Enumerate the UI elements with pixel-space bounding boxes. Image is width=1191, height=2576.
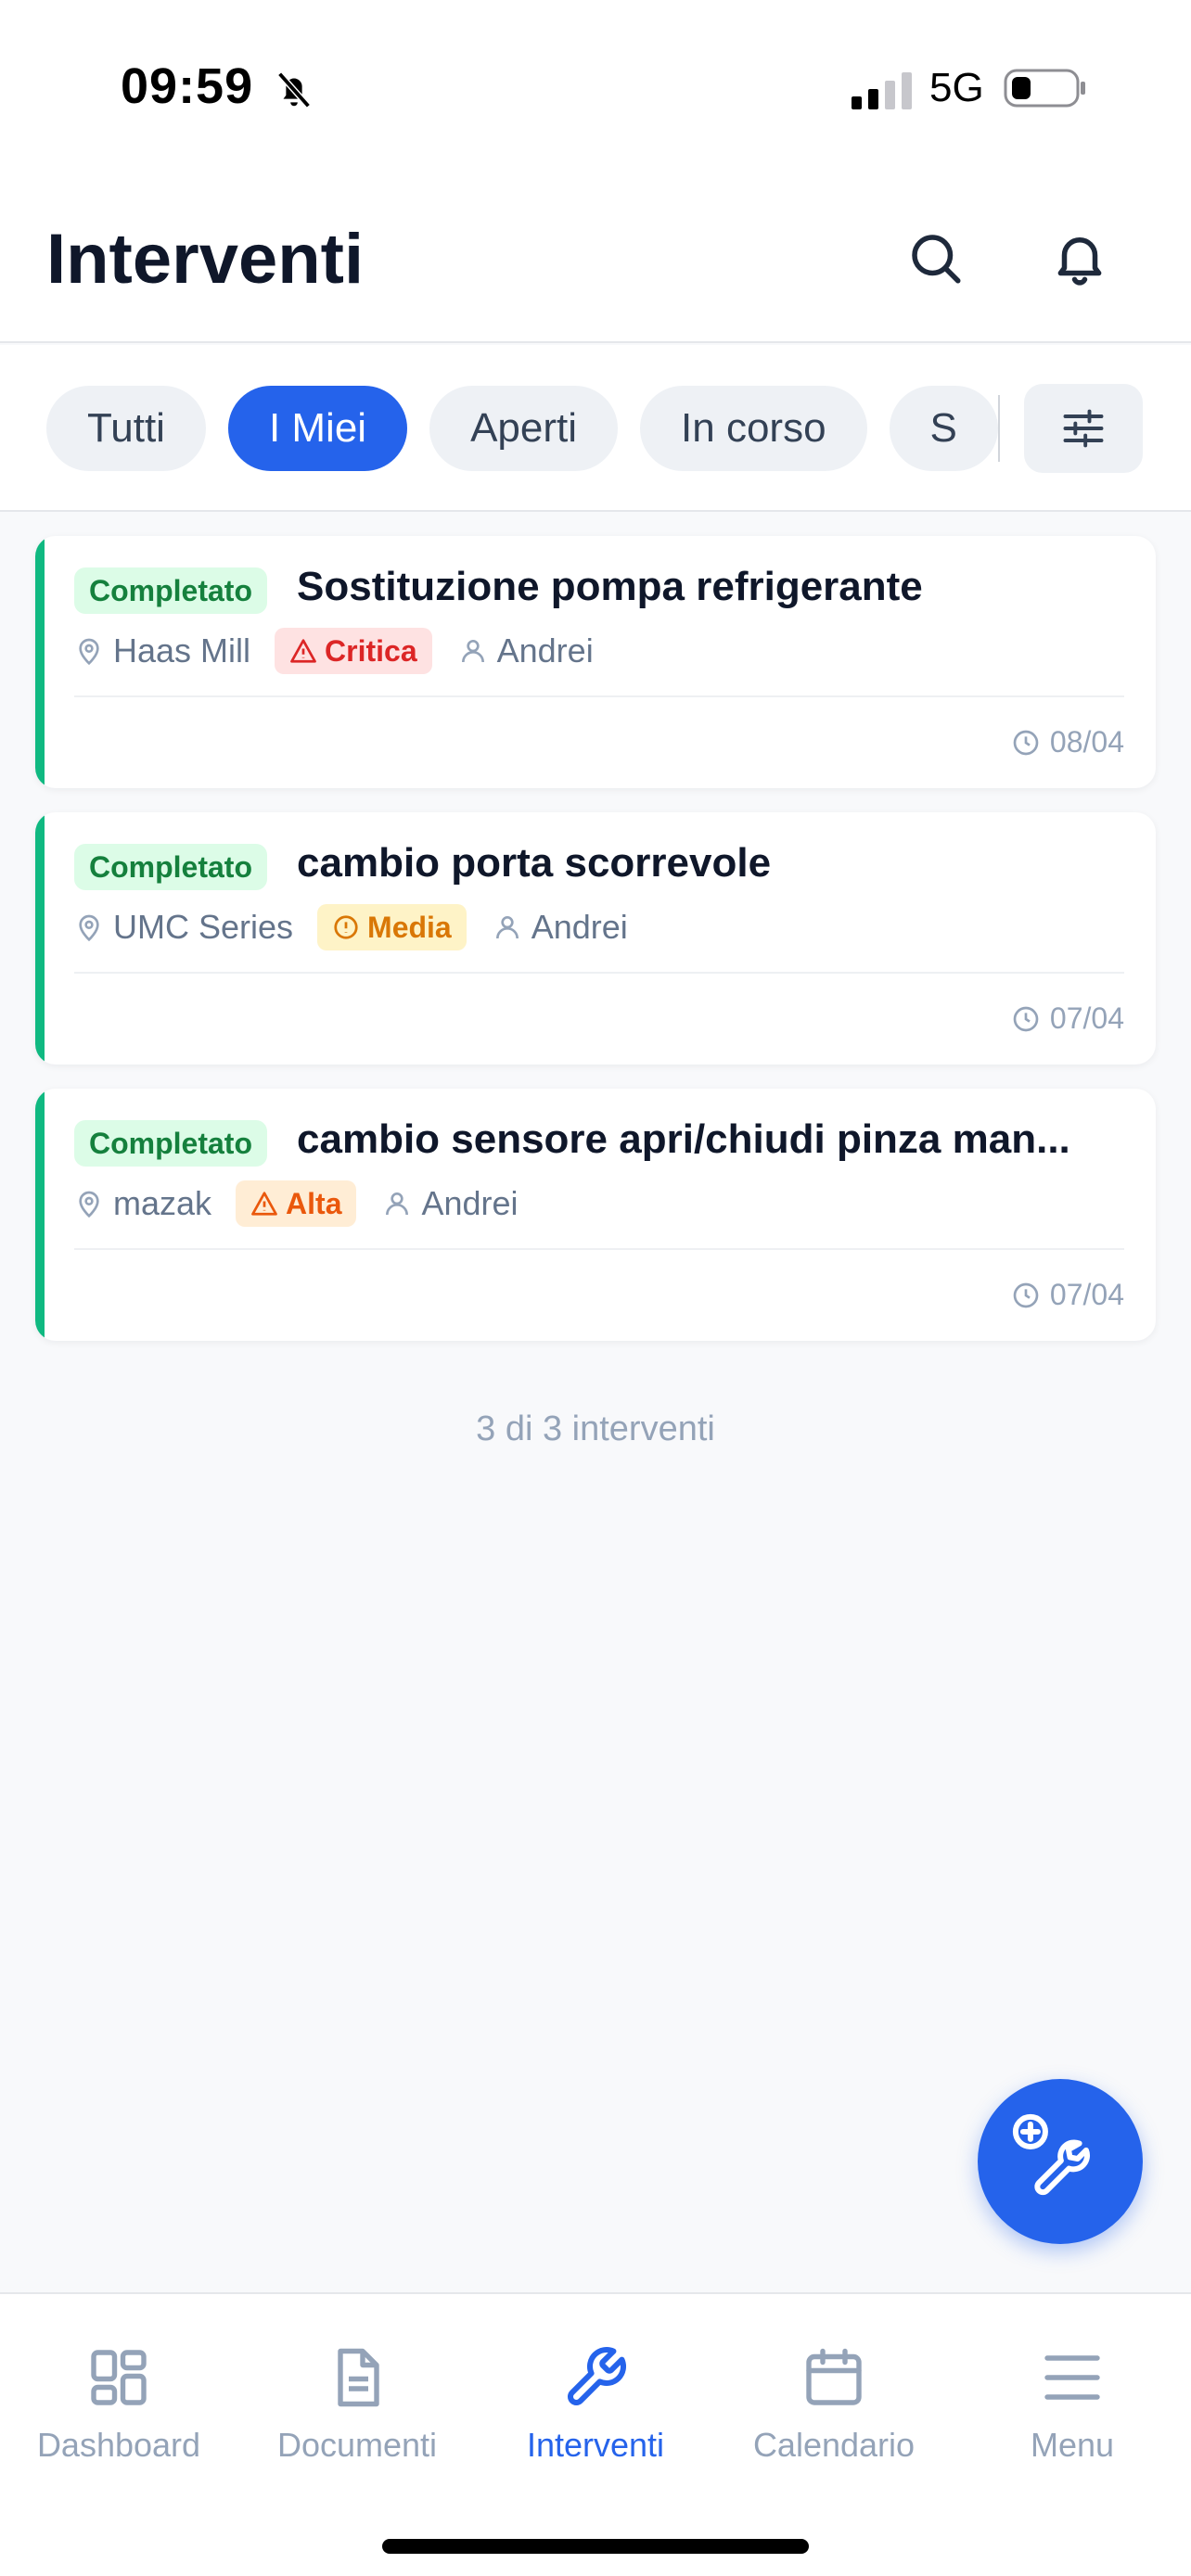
machine-name: UMC Series <box>113 908 294 946</box>
filter-bar: Tutti I Miei Aperti In corso S <box>0 345 1191 512</box>
battery-icon <box>1004 69 1085 108</box>
user-icon <box>461 640 484 663</box>
divider <box>74 972 1124 974</box>
search-icon <box>912 235 961 284</box>
clock-icon <box>1013 1006 1039 1031</box>
tab-documenti[interactable]: Documenti <box>238 2340 476 2470</box>
map-pin-icon <box>79 1191 99 1218</box>
user-icon <box>386 1192 409 1216</box>
status-bar: 09:59 5G <box>0 0 1191 176</box>
intervention-title: cambio sensore apri/chiudi pinza man... <box>297 1116 1070 1162</box>
tab-calendario[interactable]: Calendario <box>715 2340 953 2470</box>
assignee-name: Andrei <box>531 908 628 946</box>
intervention-card[interactable]: Completato Sostituzione pompa refrigeran… <box>35 536 1156 788</box>
status-accent <box>35 536 45 788</box>
map-pin-icon <box>79 914 99 942</box>
tab-label: Interventi <box>526 2426 665 2464</box>
machine-name: mazak <box>113 1184 212 1222</box>
status-accent <box>35 812 45 1065</box>
assignee-name: Andrei <box>496 631 594 670</box>
tab-label: Documenti <box>276 2426 438 2464</box>
date-text: 07/04 <box>1049 1278 1124 1311</box>
results-count: 3 di 3 interventi <box>476 1409 715 1448</box>
intervention-card[interactable]: Completato cambio sensore apri/chiudi pi… <box>35 1089 1156 1341</box>
status-badge: Completato <box>74 844 267 890</box>
priority-badge: Alta <box>236 1180 357 1227</box>
network-type: 5G <box>929 65 984 110</box>
assignee: Andrei <box>382 1184 519 1223</box>
intervention-title: cambio porta scorrevole <box>297 840 772 886</box>
tab-interventi[interactable]: Interventi <box>477 2340 714 2470</box>
intervention-card[interactable]: Completato cambio porta scorrevole UMC S… <box>35 812 1156 1065</box>
intervention-date: 07/04 <box>1011 1001 1124 1036</box>
app-header: Interventi <box>0 176 1191 343</box>
filter-chips: Tutti I Miei Aperti In corso S <box>46 386 998 471</box>
priority-label: Alta <box>286 1186 342 1220</box>
tab-menu[interactable]: Menu <box>954 2340 1191 2470</box>
intervention-meta: mazak Alta Andrei <box>74 1178 543 1230</box>
grid-icon <box>91 2350 147 2405</box>
filter-chip-s[interactable]: S <box>889 386 998 471</box>
assignee: Andrei <box>458 631 594 670</box>
calendar-icon <box>806 2348 862 2405</box>
warning-icon <box>290 639 316 663</box>
filter-chip-aperti[interactable]: Aperti <box>429 386 619 471</box>
status-badge: Completato <box>74 567 267 614</box>
intervention-date: 07/04 <box>1011 1278 1124 1312</box>
tab-label: Calendario <box>752 2426 916 2464</box>
map-pin-icon <box>79 638 99 666</box>
bell-icon <box>1057 237 1102 286</box>
intervention-title: Sostituzione pompa refrigerante <box>297 564 923 609</box>
signal-icon <box>852 72 912 109</box>
home-indicator[interactable] <box>382 2539 809 2554</box>
assignee-name: Andrei <box>421 1184 519 1222</box>
add-wrench-icon <box>1012 2113 1091 2196</box>
filter-chip-i-miei[interactable]: I Miei <box>227 386 408 471</box>
sliders-icon <box>1063 409 1104 448</box>
clock: 09:59 <box>121 58 254 114</box>
machine: UMC Series <box>74 908 293 947</box>
document-icon <box>338 2348 379 2407</box>
intervention-meta: Haas Mill Critica Andrei <box>74 625 618 677</box>
divider <box>74 1248 1124 1250</box>
date-text: 07/04 <box>1049 1001 1124 1035</box>
machine-name: Haas Mill <box>113 631 251 670</box>
assignee: Andrei <box>493 908 628 947</box>
priority-badge: Critica <box>275 628 432 674</box>
wrench-icon <box>568 2347 626 2405</box>
machine: mazak <box>74 1184 211 1223</box>
clock-icon <box>1013 730 1039 755</box>
warning-icon <box>251 1192 277 1216</box>
clock-icon <box>1013 1282 1039 1307</box>
tab-label: Menu <box>1030 2426 1115 2464</box>
priority-label: Critica <box>325 633 417 668</box>
page-title: Interventi <box>46 220 365 299</box>
notifications-button[interactable] <box>1046 224 1113 291</box>
status-accent <box>35 1089 45 1341</box>
new-intervention-button[interactable] <box>978 2079 1143 2244</box>
interventions-list: Completato Sostituzione pompa refrigeran… <box>35 536 1156 1365</box>
bottom-tab-bar: Dashboard Documenti Interventi Calendari… <box>0 2292 1191 2576</box>
advanced-filter-button[interactable] <box>1024 384 1143 473</box>
priority-badge: Media <box>317 904 467 950</box>
filter-chip-in-corso[interactable]: In corso <box>640 386 867 471</box>
menu-icon <box>1044 2355 1100 2400</box>
alert-circle-icon <box>334 915 358 939</box>
tab-label: Dashboard <box>36 2426 201 2464</box>
divider <box>74 695 1124 697</box>
bell-off-icon <box>277 71 311 108</box>
date-text: 08/04 <box>1049 725 1124 759</box>
machine: Haas Mill <box>74 631 250 670</box>
priority-label: Media <box>367 910 452 944</box>
search-button[interactable] <box>902 224 968 291</box>
tab-dashboard[interactable]: Dashboard <box>0 2340 237 2470</box>
intervention-meta: UMC Series Media Andrei <box>74 901 652 953</box>
user-icon <box>495 916 519 939</box>
filter-chip-tutti[interactable]: Tutti <box>46 386 206 471</box>
intervention-date: 08/04 <box>1011 725 1124 759</box>
status-badge: Completato <box>74 1120 267 1167</box>
divider <box>998 395 1000 462</box>
